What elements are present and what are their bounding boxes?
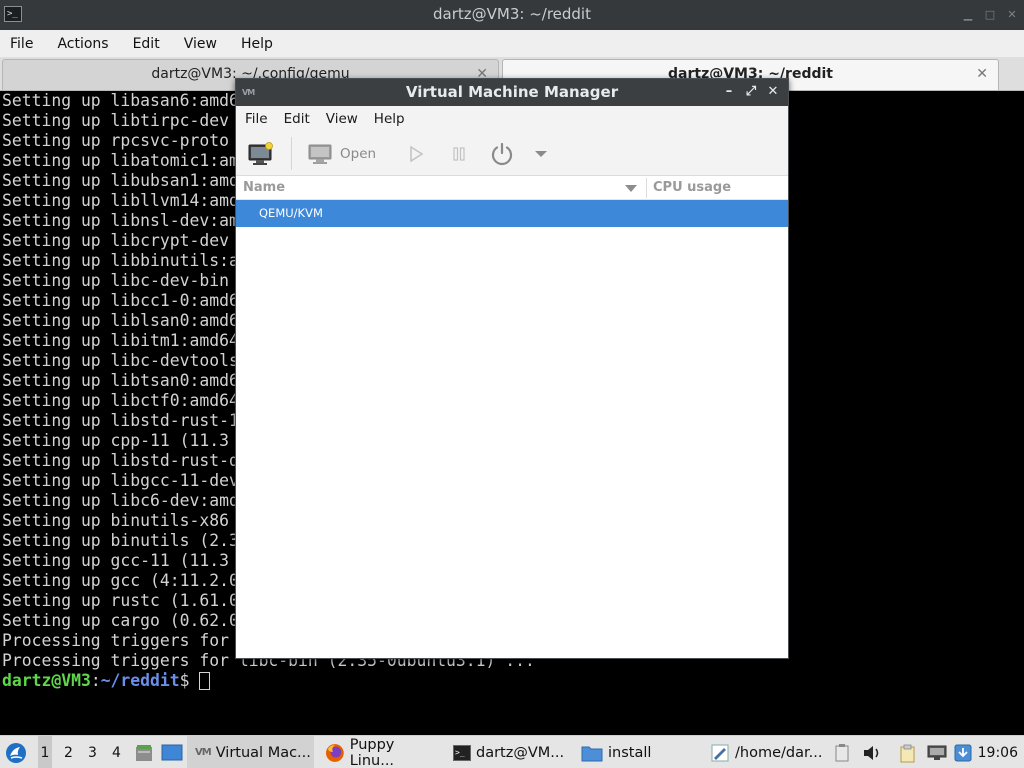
prompt-user: dartz@VM3 [2,671,91,690]
task-label: Virtual Mac... [215,744,311,761]
menu-edit[interactable]: Edit [133,36,172,52]
text-editor-icon [711,744,729,761]
text-cursor [199,672,211,690]
desktop-icon [161,744,183,760]
prompt-separator: : [90,671,101,690]
connection-label: QEMU/KVM [259,206,323,220]
volume-icon [864,745,879,760]
vmm-menu-edit[interactable]: Edit [284,111,310,127]
minimize-icon[interactable]: – [722,84,736,100]
close-icon[interactable]: ✕ [766,84,780,100]
clipboard-manager[interactable] [898,736,918,768]
toolbar-separator [291,137,292,170]
connection-row-qemu-kvm[interactable]: QEMU/KVM [236,200,788,227]
vm-list-header: Name CPU usage [236,176,788,200]
workspace-1[interactable]: 1 [38,736,52,768]
vmm-menu-help[interactable]: Help [374,111,405,127]
workspace-2[interactable]: 2 [64,736,73,768]
new-vm-button[interactable] [248,131,274,176]
vmm-menu-file[interactable]: File [245,111,268,127]
archive-icon [136,744,152,761]
network-indicator[interactable] [926,736,948,768]
prompt-path: ~/reddit [100,671,180,690]
update-notifier[interactable] [954,736,972,768]
shutdown-button[interactable] [490,131,514,176]
monitor-icon [308,144,332,164]
shutdown-menu-dropdown[interactable] [535,131,547,176]
vmm-menubar: File Edit View Help [236,106,788,131]
prompt-line: dartz@VM3:~/reddit$ [2,671,1024,691]
task-text-editor[interactable]: /home/dar... [703,736,827,768]
file-manager-launcher[interactable] [134,736,154,768]
vmm-window: VM Virtual Machine Manager – ⤢ ✕ File Ed… [235,78,789,659]
terminal-titlebar[interactable]: >_ dartz@VM3: ~/reddit ▁ □ ✕ [0,0,1024,30]
task-label: /home/dar... [735,744,823,761]
vmm-menu-view[interactable]: View [326,111,358,127]
power-icon [491,142,513,165]
pause-icon [453,146,465,161]
open-button-label: Open [340,145,377,162]
workspace-4[interactable]: 4 [112,736,121,768]
task-terminal[interactable]: >_ dartz@VM... [446,736,570,768]
task-firefox[interactable]: Puppy Linu... [318,736,442,768]
prompt-symbol: $ [179,671,200,690]
tab-close-icon[interactable]: ✕ [976,60,988,88]
menu-view[interactable]: View [184,36,229,52]
volume-control[interactable] [862,736,882,768]
close-icon[interactable]: ✕ [1006,9,1018,21]
clipboard-icon [835,743,849,761]
menu-file[interactable]: File [10,36,45,52]
maximize-icon[interactable]: ⤢ [744,84,758,100]
open-button[interactable]: Open [308,131,376,176]
clock[interactable]: 19:06 [978,736,1018,768]
vmm-window-title: Virtual Machine Manager [405,83,619,101]
column-header-name[interactable]: Name [243,176,285,200]
chevron-down-icon [535,150,547,157]
sort-descending-icon[interactable] [625,185,637,192]
network-icon [927,745,947,760]
paste-icon [900,744,915,762]
menu-actions[interactable]: Actions [57,36,120,52]
taskbar: 1 2 3 4 VM Virtual Mac... Puppy Linu... … [0,735,1024,768]
task-virtual-machine-manager[interactable]: VM Virtual Mac... [187,736,314,768]
task-file-manager[interactable]: install [575,736,699,768]
minimize-icon[interactable]: ▁ [962,9,974,21]
vm-list[interactable]: QEMU/KVM [236,200,788,658]
terminal-icon: >_ [453,744,471,761]
menu-help[interactable]: Help [241,36,285,52]
task-label: dartz@VM... [476,744,565,761]
task-label: install [608,744,652,761]
vmm-titlebar[interactable]: VM Virtual Machine Manager – ⤢ ✕ [236,79,788,106]
run-button[interactable] [407,131,425,176]
folder-icon [581,746,603,761]
new-vm-icon [248,141,273,165]
lubuntu-logo-icon [6,742,26,763]
notes-applet[interactable] [834,736,850,768]
task-label: Puppy Linu... [349,736,395,768]
firefox-icon [325,743,344,762]
pause-button[interactable] [451,131,467,176]
column-header-cpu-usage[interactable]: CPU usage [653,176,731,200]
vmm-toolbar: Open [236,131,788,176]
terminal-menubar: File Actions Edit View Help [0,30,1024,57]
play-icon [410,145,424,162]
terminal-window-title: dartz@VM3: ~/reddit [433,5,591,23]
workspace-3[interactable]: 3 [88,736,97,768]
vmm-icon: VM [195,747,212,758]
maximize-icon[interactable]: □ [984,9,996,21]
start-menu-button[interactable] [5,736,27,768]
show-desktop-button[interactable] [161,736,183,768]
column-divider[interactable] [646,178,647,198]
download-icon [954,744,972,761]
